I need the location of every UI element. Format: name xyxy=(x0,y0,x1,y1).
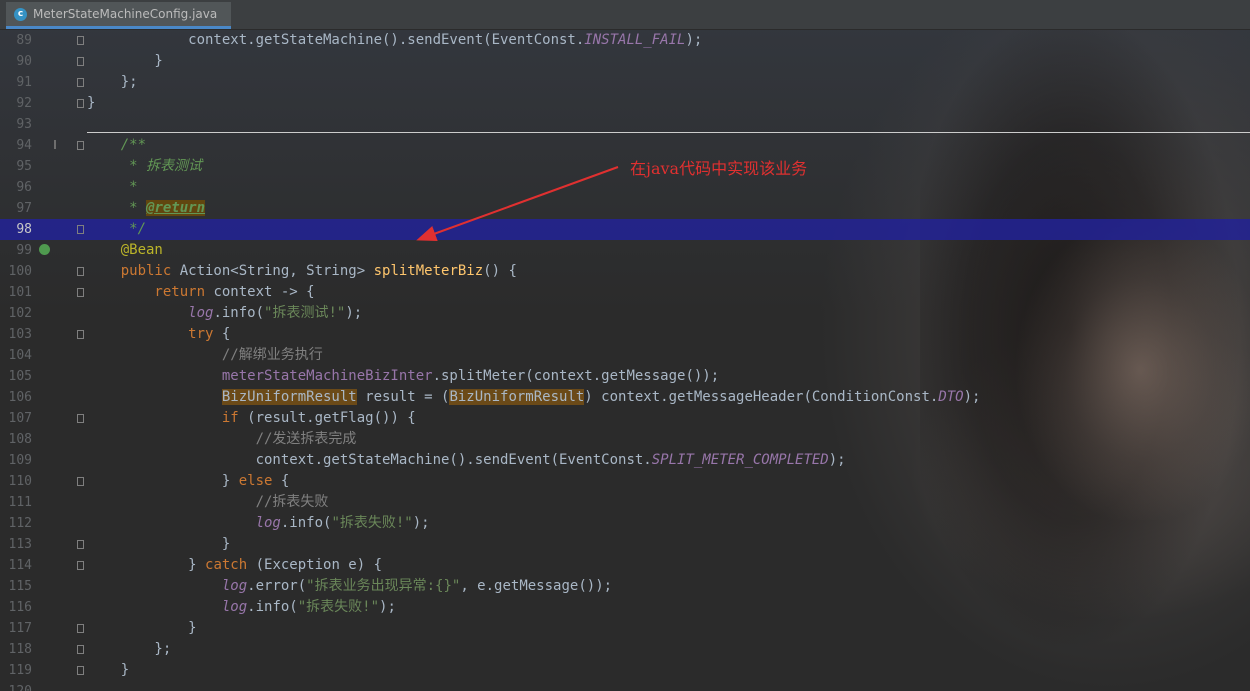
ide-window: c MeterStateMachineConfig.java 89 contex… xyxy=(0,0,1250,691)
annotation-arrow xyxy=(416,166,619,242)
annotation-text: 在java代码中实现该业务 xyxy=(630,159,808,178)
